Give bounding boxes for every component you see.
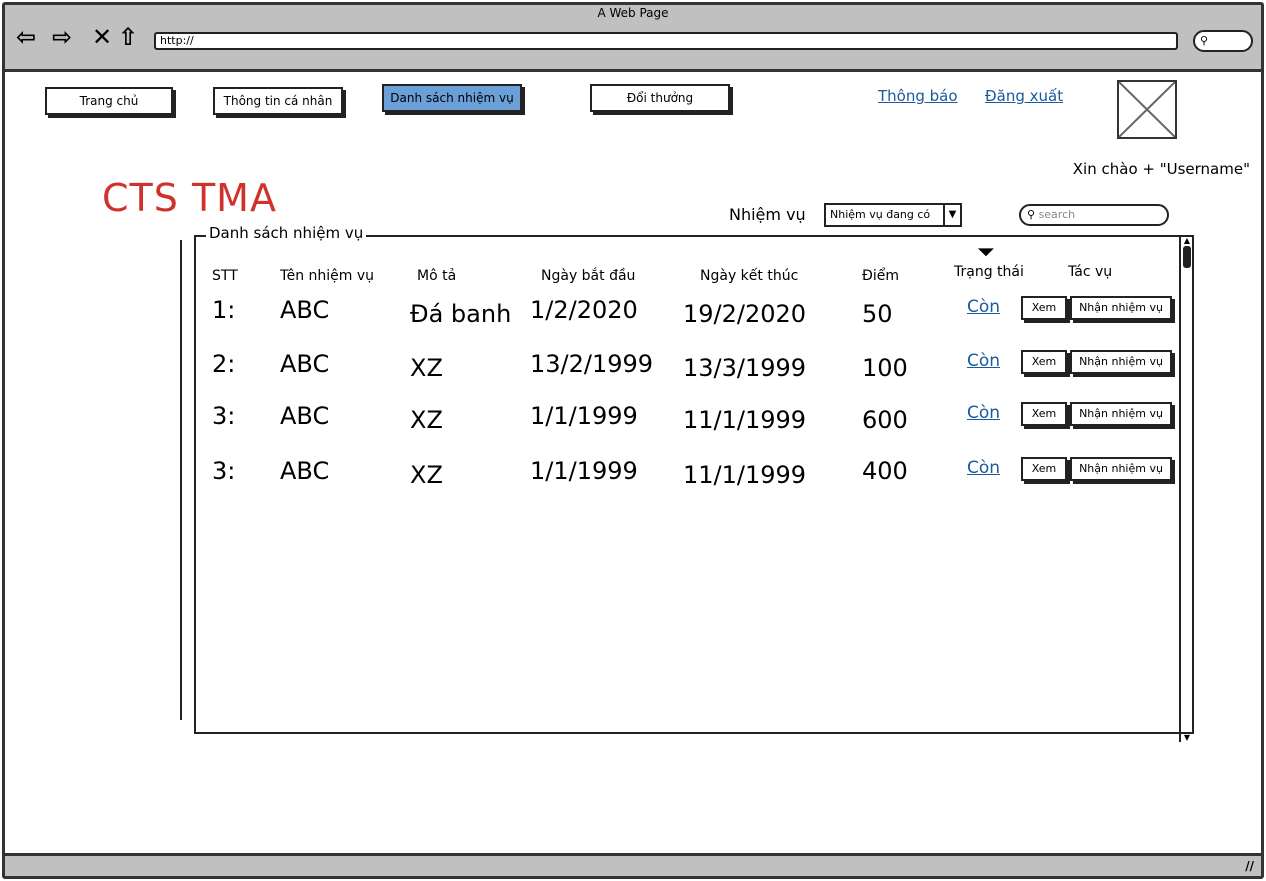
nav-home-button[interactable]: Trang chủ [45,87,173,115]
view-button[interactable]: Xem [1021,296,1067,320]
header-status: Trạng thái [954,264,1024,280]
row-start-date: 1/1/1999 [530,402,638,430]
image-placeholder-icon [1118,81,1176,138]
notifications-link[interactable]: Thông báo [878,87,958,105]
row-desc: Đá banh [410,300,512,328]
task-filter-select[interactable]: Nhiệm vụ đang có ▼ [824,203,962,227]
status-link[interactable]: Còn [967,297,1000,317]
greeting: Xin chào + "Username" [1072,160,1250,178]
row-name: ABC [280,402,330,430]
row-end-date: 11/1/1999 [683,461,807,489]
row-stt: 3: [212,457,236,485]
row-start-date: 13/2/1999 [530,350,654,378]
avatar [1117,80,1177,139]
row-score: 100 [862,354,908,382]
row-end-date: 11/1/1999 [683,406,807,434]
scroll-up-icon[interactable]: ▲ [1181,236,1193,245]
divider [180,240,182,720]
row-stt: 2: [212,350,236,378]
nav-rewards-button[interactable]: Đổi thưởng [590,84,730,112]
nav-task-list-button[interactable]: Danh sách nhiệm vụ [382,84,522,112]
view-button[interactable]: Xem [1021,402,1067,426]
scrollbar[interactable]: ▲ ▼ [1179,236,1193,742]
row-score: 400 [862,457,908,485]
row-stt: 1: [212,296,236,324]
accept-task-button[interactable]: Nhận nhiệm vụ [1070,457,1172,481]
select-value: Nhiệm vụ đang có [830,208,931,221]
accept-task-button[interactable]: Nhận nhiệm vụ [1070,296,1172,320]
row-name: ABC [280,296,330,324]
scroll-thumb[interactable] [1183,246,1191,268]
view-button[interactable]: Xem [1021,350,1067,374]
view-button[interactable]: Xem [1021,457,1067,481]
row-start-date: 1/1/1999 [530,457,638,485]
row-score: 600 [862,406,908,434]
row-end-date: 19/2/2020 [683,300,807,328]
row-stt: 3: [212,402,236,430]
search-input[interactable]: ⚲ search [1019,204,1169,226]
row-desc: XZ [410,406,443,434]
filter-funnel-icon[interactable]: ⏷ [977,240,995,265]
row-name: ABC [280,457,330,485]
status-link[interactable]: Còn [967,351,1000,371]
status-link[interactable]: Còn [967,403,1000,423]
header-desc: Mô tả [417,268,457,284]
nav-profile-button[interactable]: Thông tin cá nhân [213,87,343,115]
scroll-down-icon[interactable]: ▼ [1181,733,1193,742]
brand-logo: CTS TMA [102,176,277,220]
filter-label: Nhiệm vụ [729,205,806,224]
accept-task-button[interactable]: Nhận nhiệm vụ [1070,350,1172,374]
header-end: Ngày kết thúc [700,268,799,284]
header-stt: STT [212,268,238,284]
chevron-down-icon: ▼ [943,205,960,225]
header-score: Điểm [862,268,899,284]
row-desc: XZ [410,354,443,382]
header-actions: Tác vụ [1068,264,1113,280]
row-start-date: 1/2/2020 [530,296,638,324]
status-link[interactable]: Còn [967,458,1000,478]
row-desc: XZ [410,461,443,489]
search-placeholder: search [1038,208,1076,221]
header-name: Tên nhiệm vụ [280,268,375,284]
row-score: 50 [862,300,893,328]
search-icon: ⚲ [1027,208,1036,221]
row-end-date: 13/3/1999 [683,354,807,382]
header-start: Ngày bắt đầu [541,268,636,284]
panel-title: Danh sách nhiệm vụ [206,224,367,242]
logout-link[interactable]: Đăng xuất [985,87,1063,105]
accept-task-button[interactable]: Nhận nhiệm vụ [1070,402,1172,426]
row-name: ABC [280,350,330,378]
